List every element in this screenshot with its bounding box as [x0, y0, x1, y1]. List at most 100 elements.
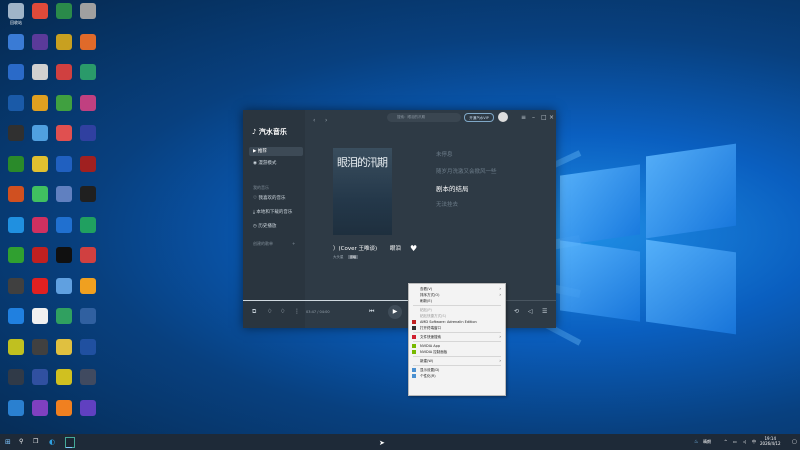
menu-item-label: 显示设置(D) [420, 368, 440, 372]
volume-icon[interactable]: ◁ [528, 308, 533, 315]
lyric-line[interactable]: 未停息 [436, 150, 453, 158]
vip-button[interactable]: 开通汽水VIP [464, 113, 494, 122]
app-icon [32, 247, 48, 263]
nav-history-label: 历史播放 [258, 224, 277, 229]
tray-chevron-icon[interactable]: ^ [724, 437, 727, 447]
forward-icon[interactable]: › [325, 117, 327, 124]
menu-item-label: NVIDIA App [420, 344, 441, 348]
app-icon [32, 94, 48, 111]
menu-item-label: 个性化(R) [420, 374, 436, 378]
weather-icon[interactable]: ♨ [694, 437, 698, 447]
app-icon [8, 125, 24, 141]
nav-downloads-label: 本地和下载的音乐 [256, 210, 293, 215]
current-lyric-line[interactable]: 剧本的结局 [436, 183, 469, 193]
nav-liked[interactable]: ♡ 我喜欢的音乐 [249, 194, 303, 203]
weather-text[interactable]: 晴朗 [703, 437, 711, 447]
app-icon [80, 186, 96, 202]
context-menu-item[interactable]: 个性化(R) [409, 373, 505, 379]
edge-icon[interactable]: ◐ [49, 437, 55, 447]
playlist-icon[interactable]: ☰ [542, 308, 547, 315]
app-icon [80, 3, 96, 19]
app-icon [80, 369, 96, 385]
app-icon [80, 94, 96, 111]
speaker-icon[interactable]: ◁ [743, 437, 746, 447]
menu-icon[interactable]: ≡ [521, 114, 526, 121]
app-icon [56, 399, 72, 416]
app-icon [56, 308, 72, 324]
app-icon [56, 186, 72, 202]
menu-item-label: 刷新(E) [420, 299, 432, 303]
app-sidebar: ♪ 汽水音乐 ▶ 推荐 ◉ 漫游模式 我的音乐 ♡ 我喜欢的音乐 ⤓ 本地和下载… [243, 110, 305, 328]
app-icon [8, 186, 24, 202]
share-icon[interactable]: ⧉ [252, 308, 256, 316]
menu-item-label: AMD Software: Adrenalin Edition [420, 320, 477, 324]
app-name: 汽水音乐 [258, 128, 287, 136]
submenu-arrow-icon: › [499, 358, 501, 363]
submenu-arrow-icon: › [499, 334, 501, 339]
ime-icon[interactable]: 中 [752, 437, 756, 447]
app-icon [8, 338, 24, 355]
context-menu-item[interactable]: 文件快速搜索 › [409, 334, 505, 340]
loop-icon[interactable]: ⟲ [514, 308, 519, 315]
app-icon [80, 399, 96, 416]
search-icon[interactable]: ⚲ [19, 437, 23, 447]
taskbar: ⊞ ⚲ ❐ ◐ ♨ 晴朗 ^ ▭ ◁ 中 19:14 2026/4/12 ▢ [0, 434, 800, 450]
nav-downloads[interactable]: ⤓ 本地和下载的音乐 [249, 208, 303, 217]
menu-item-label: 打开终端窗口 [420, 326, 441, 330]
thumbs-down-icon[interactable]: ♢ [280, 308, 285, 315]
artist-name[interactable]: 大头星 [333, 255, 344, 260]
minimize-icon[interactable]: – [532, 114, 535, 121]
app-icon [8, 216, 24, 233]
nav-roam[interactable]: ◉ 漫游模式 [249, 159, 303, 168]
nav-roam-label: 漫游模式 [258, 161, 277, 166]
menu-item-icon [412, 326, 416, 330]
close-icon[interactable]: × [549, 114, 554, 121]
menu-item-icon [412, 350, 416, 354]
nav-recommend[interactable]: ▶ 推荐 [249, 147, 303, 156]
app-icon [80, 33, 96, 50]
app-icon [32, 125, 48, 141]
maximize-icon[interactable]: □ [541, 114, 547, 121]
app-icon [80, 125, 96, 141]
app-icon [8, 369, 24, 385]
play-button[interactable]: ▶ [388, 305, 402, 319]
context-menu-item[interactable]: NVIDIA 控制面板 [409, 349, 505, 355]
app-icon [32, 308, 48, 324]
menu-item-icon [412, 335, 416, 339]
search-input[interactable]: 搜索：眼泪的汛期 [387, 113, 461, 122]
menu-item-label: 粘贴(P) [420, 308, 432, 312]
menu-item-label: 文件快速搜索 [420, 335, 441, 339]
thumbs-up-icon[interactable]: ♢ [267, 308, 272, 315]
menu-separator [413, 356, 501, 357]
playlists-header: 创建的歌单 + [253, 241, 296, 246]
context-menu-item[interactable]: 刷新(E) [409, 298, 505, 304]
previous-icon[interactable]: ⏮ [369, 308, 374, 316]
network-icon[interactable]: ▭ [733, 437, 737, 447]
app-icon [32, 33, 48, 50]
app-icon [80, 216, 96, 233]
avatar[interactable] [498, 112, 508, 122]
app-icon [80, 308, 96, 324]
menu-separator [413, 341, 501, 342]
task-view-icon[interactable]: ❐ [33, 437, 38, 447]
app-icon [56, 125, 72, 141]
back-icon[interactable]: ‹ [313, 117, 315, 124]
app-icon [32, 338, 48, 355]
nav-history[interactable]: ◷ 历史播放 [249, 222, 303, 231]
context-menu-item[interactable]: 新建(W) › [409, 358, 505, 364]
like-icon[interactable]: ♥ [410, 244, 417, 253]
lyric-line[interactable]: 随岁月洗激又会掀风一些 [436, 167, 497, 175]
nav-recommend-label: 推荐 [257, 149, 267, 154]
windows-logo [560, 143, 740, 335]
lyric-line[interactable]: 无法挂去 [436, 200, 458, 208]
clock[interactable]: 19:14 2026/4/12 [760, 436, 781, 446]
context-menu-item[interactable]: 打开终端窗口 [409, 325, 505, 331]
app-icon [8, 64, 24, 80]
more-icon[interactable]: ⋮ [294, 308, 300, 315]
desktop-icon[interactable] [74, 399, 102, 438]
app-icon [32, 155, 48, 172]
start-icon[interactable]: ⊞ [5, 437, 11, 447]
app-icon [8, 155, 24, 172]
notification-icon[interactable]: ▢ [792, 437, 797, 447]
app-icon [80, 277, 96, 294]
